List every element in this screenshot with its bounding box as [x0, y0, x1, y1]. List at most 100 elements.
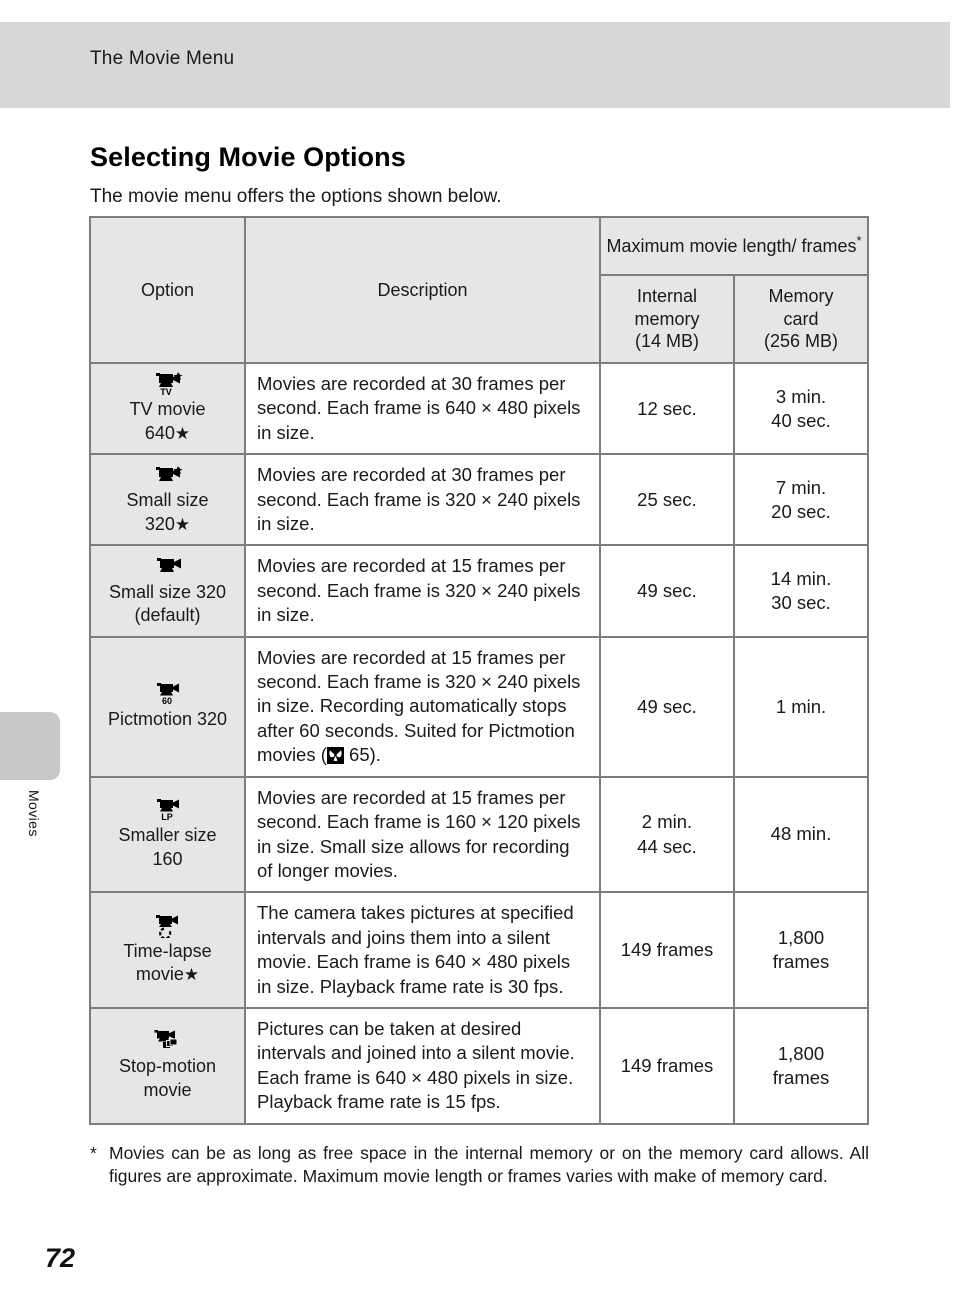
- star-icon: ★: [174, 423, 191, 443]
- memory-card-line3: (256 MB): [763, 331, 839, 352]
- running-header-band: The Movie Menu: [0, 22, 950, 108]
- description-text-post: 65).: [343, 744, 381, 766]
- table-row: Time-lapse movie★ The camera takes pictu…: [89, 891, 870, 1009]
- internal-memory-cell: 49 sec.: [599, 635, 735, 778]
- svg-text:TV: TV: [160, 387, 172, 396]
- description-text-pre: Movies are recorded at 15 frames per sec…: [257, 646, 581, 766]
- option-label-line1: Time-lapse: [123, 940, 212, 961]
- running-header-text: The Movie Menu: [90, 48, 235, 69]
- internal-memory-cell: 12 sec.: [599, 361, 735, 456]
- description-cell: Movies are recorded at 15 frames per sec…: [244, 544, 601, 638]
- table-header-row-1: Option Description Maximum movie length/…: [89, 216, 870, 364]
- memory-card-line2: 40 sec.: [771, 409, 831, 431]
- memory-card-line1: 1,800: [777, 927, 825, 949]
- table-row: LP Smaller size 160 Movies are recorded …: [89, 775, 870, 894]
- internal-memory-cell: 25 sec.: [599, 453, 735, 547]
- page-title: Selecting Movie Options: [90, 142, 406, 173]
- internal-memory-cell: 149 frames: [599, 1006, 735, 1125]
- table-row: Small size 320★ Movies are recorded at 3…: [89, 453, 870, 547]
- table-row: Small size 320 (default) Movies are reco…: [89, 544, 870, 638]
- internal-memory-cell: 2 min. 44 sec.: [599, 775, 735, 894]
- column-header-option: Option: [89, 216, 246, 364]
- movie-camera-star-icon: [95, 463, 240, 487]
- internal-memory-cell: 49 sec.: [599, 544, 735, 638]
- option-cell-stop-motion-movie: Stop-motion movie: [89, 1006, 246, 1125]
- internal-memory-line3: (14 MB): [634, 331, 699, 352]
- footnote-text: Movies can be as long as free space in t…: [109, 1143, 869, 1187]
- footnote-marker: *: [90, 1143, 97, 1163]
- movie-camera-tv-icon: TV: [95, 372, 240, 396]
- memory-card-line1: 3 min.: [775, 385, 827, 407]
- option-cell-tv-movie-640: TV TV movie 640★: [89, 361, 246, 456]
- star-icon: ★: [174, 514, 191, 534]
- memory-card-line2: frames: [772, 951, 830, 973]
- description-cell: Movies are recorded at 30 frames per sec…: [244, 361, 601, 456]
- svg-text:LP: LP: [161, 812, 173, 822]
- memory-card-line1: 7 min.: [775, 476, 827, 498]
- option-label-line2: movie★: [135, 964, 200, 985]
- page-intro: The movie menu offers the options shown …: [90, 186, 502, 207]
- internal-memory-line1: Internal: [636, 286, 698, 307]
- internal-memory-line2: 44 sec.: [637, 835, 697, 857]
- star-icon: ★: [183, 965, 200, 985]
- page-number: 72: [45, 1243, 76, 1273]
- memory-card-cell: 7 min. 20 sec.: [732, 453, 870, 547]
- description-cell: Movies are recorded at 15 frames per sec…: [244, 635, 601, 778]
- option-label-line2: 320★: [144, 513, 191, 534]
- column-header-description: Description: [244, 216, 601, 364]
- memory-card-line2: 20 sec.: [771, 500, 831, 522]
- description-cell: The camera takes pictures at specified i…: [244, 891, 601, 1009]
- memory-card-line2: 30 sec.: [771, 592, 831, 614]
- memory-card-cell: 1 min.: [732, 635, 870, 778]
- internal-memory-line1: 2 min.: [641, 811, 693, 833]
- side-tab-label: Movies: [26, 790, 42, 837]
- column-header-memory-card: Memory card (256 MB): [732, 274, 870, 364]
- option-label-line2: (default): [134, 605, 201, 626]
- option-label-line1: TV movie: [129, 399, 206, 420]
- memory-card-cell: 1,800 frames: [732, 1006, 870, 1125]
- column-header-maximum-group: Maximum movie length/ frames*: [598, 216, 870, 276]
- svg-text:60: 60: [161, 696, 171, 706]
- memory-card-line2: frames: [772, 1066, 830, 1088]
- movie-options-table: Option Description Maximum movie length/…: [89, 216, 870, 1125]
- column-header-internal-memory: Internal memory (14 MB): [599, 274, 735, 364]
- movie-camera-60-icon: 60: [95, 682, 240, 706]
- movie-camera-lp-icon: LP: [95, 798, 240, 822]
- option-label-line1: Pictmotion 320: [107, 708, 228, 729]
- option-label-line1: Stop-motion: [118, 1056, 217, 1077]
- description-cell: Movies are recorded at 15 frames per sec…: [244, 775, 601, 894]
- table-row: TV TV movie 640★ Movies are recorded at …: [89, 361, 870, 456]
- memory-card-cell: 48 min.: [732, 775, 870, 894]
- option-cell-smaller-size-160: LP Smaller size 160: [89, 775, 246, 894]
- option-label-line1: Small size: [126, 490, 209, 511]
- column-header-maximum-group-text: Maximum movie length/ frames: [606, 235, 857, 256]
- option-cell-small-size-320-star: Small size 320★: [89, 453, 246, 547]
- internal-memory-cell: 149 frames: [599, 891, 735, 1009]
- side-thumb-tab: [0, 712, 60, 780]
- table-row: Stop-motion movie Pictures can be taken …: [89, 1006, 870, 1125]
- movie-camera-timelapse-icon: [95, 914, 240, 938]
- memory-card-line2: card: [783, 308, 819, 329]
- option-cell-pictmotion-320: 60 Pictmotion 320: [89, 635, 246, 778]
- memory-card-line1: 1,800: [777, 1042, 825, 1064]
- option-label-line2: movie: [143, 1079, 192, 1100]
- description-cell: Pictures can be taken at desired interva…: [244, 1006, 601, 1125]
- footnote: * Movies can be as long as free space in…: [90, 1142, 869, 1189]
- option-label-line1: Small size 320: [108, 581, 227, 602]
- memory-card-cell: 14 min. 30 sec.: [732, 544, 870, 638]
- option-cell-time-lapse-movie: Time-lapse movie★: [89, 891, 246, 1009]
- option-label-line1: Smaller size: [118, 825, 217, 846]
- footnote-marker: *: [856, 232, 862, 248]
- reference-butterfly-icon: [326, 747, 344, 765]
- memory-card-line1: 14 min.: [770, 568, 832, 589]
- option-label-line2: 160: [152, 848, 183, 869]
- description-cell: Movies are recorded at 30 frames per sec…: [244, 453, 601, 547]
- internal-memory-line2: memory: [634, 308, 700, 329]
- option-label-line2: 640★: [144, 422, 191, 443]
- memory-card-line1: Memory: [768, 286, 834, 307]
- memory-card-cell: 3 min. 40 sec.: [732, 361, 870, 456]
- option-cell-small-size-320-default: Small size 320 (default): [89, 544, 246, 638]
- movie-camera-stopmotion-icon: [95, 1029, 240, 1053]
- memory-card-cell: 1,800 frames: [732, 891, 870, 1009]
- movie-camera-icon: [95, 555, 240, 579]
